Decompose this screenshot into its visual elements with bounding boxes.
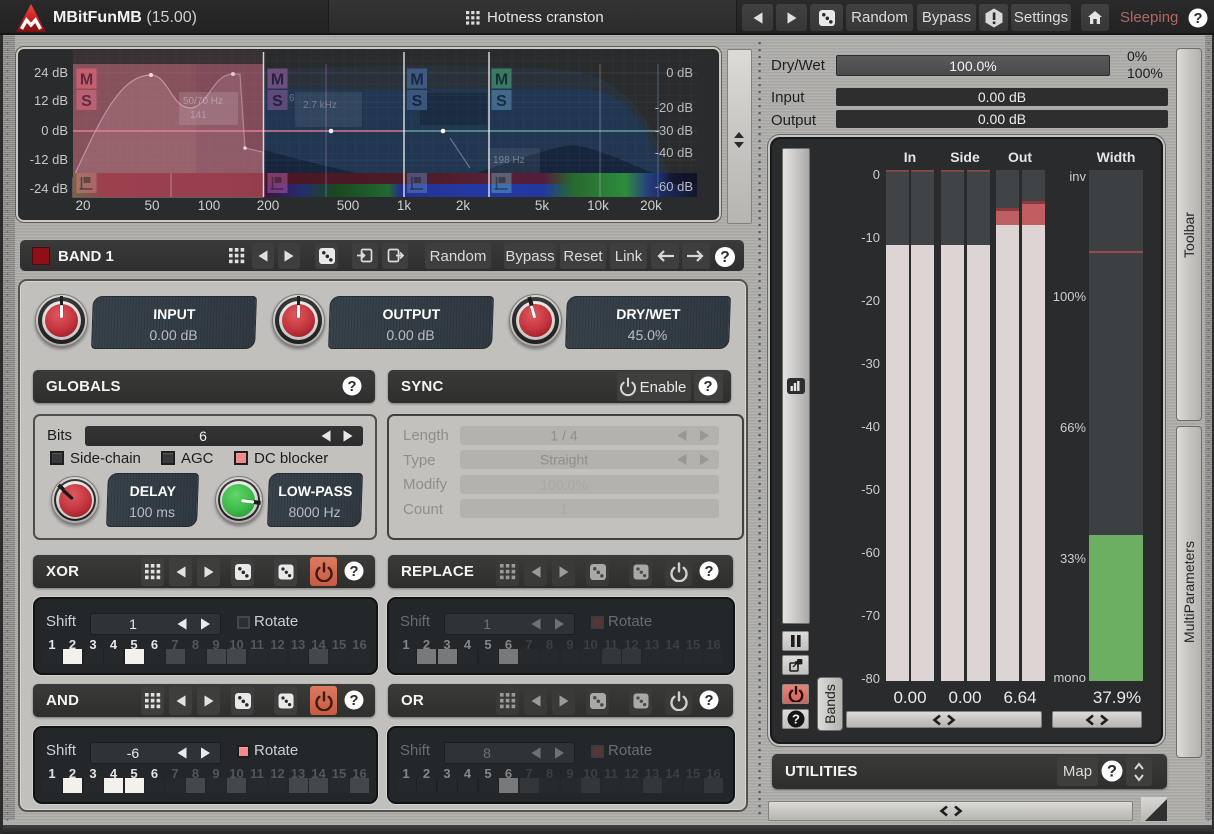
svg-text:S: S [81, 93, 92, 110]
svg-text:1: 1 [560, 501, 568, 517]
svg-text:?: ? [704, 379, 713, 395]
svg-text:-6: -6 [127, 745, 140, 761]
svg-text:M: M [410, 72, 423, 89]
svg-text:100.0%: 100.0% [540, 476, 587, 492]
svg-text:6: 6 [289, 93, 295, 104]
svg-text:?: ? [705, 564, 714, 580]
svg-text:?: ? [1194, 11, 1203, 27]
svg-text:8: 8 [483, 745, 491, 761]
svg-text:M: M [271, 72, 284, 89]
svg-text:S: S [272, 93, 283, 110]
svg-text:1: 1 [129, 616, 137, 632]
svg-text:M: M [495, 72, 508, 89]
svg-text:S: S [412, 93, 423, 110]
svg-text:Straight: Straight [540, 452, 588, 468]
svg-text:50/70 Hz: 50/70 Hz [183, 96, 223, 107]
svg-text:?: ? [720, 249, 729, 266]
svg-text:?: ? [1107, 762, 1117, 780]
svg-text:141: 141 [190, 110, 207, 121]
svg-text:Enable: Enable [640, 379, 687, 396]
svg-text:?: ? [350, 564, 359, 580]
svg-text:1 / 4: 1 / 4 [550, 427, 577, 443]
svg-text:S: S [496, 93, 507, 110]
svg-text:?: ? [348, 379, 357, 395]
svg-text:?: ? [350, 693, 359, 709]
svg-text:M: M [80, 72, 93, 89]
svg-text:6: 6 [199, 428, 207, 444]
svg-text:?: ? [705, 693, 714, 709]
svg-text:2.7 kHz: 2.7 kHz [303, 100, 337, 111]
svg-text:198 Hz: 198 Hz [493, 155, 525, 166]
svg-text:1: 1 [483, 616, 491, 632]
